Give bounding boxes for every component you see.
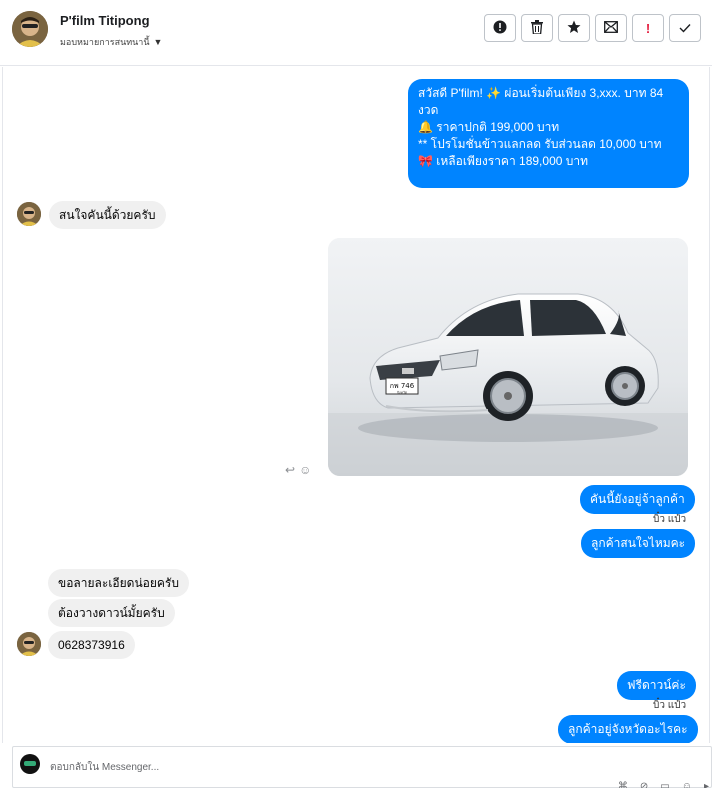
more-icon[interactable]: ▸ <box>704 781 709 788</box>
conversation-toolbar: ! <box>484 14 701 42</box>
reply-input-placeholder[interactable]: ตอบกลับใน Messenger... <box>50 760 159 775</box>
conversation-header: P'film Titipong มอบหมายการสนทนานี้ ▼ ! <box>0 0 712 66</box>
assign-conversation-dropdown[interactable]: มอบหมายการสนทนานี้ ▼ <box>60 35 162 49</box>
mark-unread-icon <box>604 20 618 36</box>
done-icon <box>679 21 691 36</box>
reply-icon[interactable]: ↩ <box>285 463 295 477</box>
mark-unread-button[interactable] <box>595 14 627 42</box>
message-thread[interactable]: สวัสดี P'film! ✨ ผ่อนเริ่มต้นเพียง 3,xxx… <box>2 67 710 743</box>
outgoing-message[interactable]: ลูกค้าสนใจไหมคะ <box>581 529 696 558</box>
alert-icon <box>493 20 507 37</box>
outgoing-message[interactable]: ฟรีดาวน์ค่ะ <box>617 671 696 700</box>
image-icon[interactable]: ▭ <box>660 781 669 788</box>
star-button[interactable] <box>558 14 590 42</box>
attach-icon[interactable]: ⊘ <box>640 781 648 788</box>
outgoing-message[interactable]: คันนี้ยังอยู่จ้าลูกค้า <box>580 485 695 514</box>
saved-replies-icon[interactable]: ⌘ <box>618 781 628 788</box>
car-photo[interactable]: กพ 746 จังหวัด <box>328 238 688 476</box>
page-avatar <box>20 754 40 774</box>
reply-composer[interactable]: ตอบกลับใน Messenger... ⌘ ⊘ ▭ ☺ ▸ <box>12 746 712 788</box>
seen-indicator: บิ๋ว แป๋ว <box>653 514 687 525</box>
plate-text: กพ 746 <box>390 382 415 390</box>
incoming-message[interactable]: ขอลายละเอียดน่อยครับ <box>48 569 189 597</box>
react-emoji-icon[interactable]: ☺ <box>299 463 311 477</box>
incoming-message[interactable]: สนใจคันนี้ด้วยครับ <box>49 201 166 229</box>
chevron-down-icon: ▼ <box>153 37 163 47</box>
contact-name[interactable]: P'film Titipong <box>60 13 150 28</box>
outgoing-message[interactable]: สวัสดี P'film! ✨ ผ่อนเริ่มต้นเพียง 3,xxx… <box>408 79 689 202</box>
spam-icon: ! <box>645 20 651 36</box>
incoming-message[interactable]: 0628373916 <box>48 631 135 659</box>
seen-indicator: บิ๋ว แป๋ว <box>653 700 687 711</box>
contact-avatar-small <box>17 632 41 656</box>
composer-tools: ⌘ ⊘ ▭ ☺ ▸ <box>618 781 709 788</box>
spam-button[interactable]: ! <box>632 14 664 42</box>
plate-province: จังหวัด <box>397 391 407 395</box>
contact-avatar-small <box>17 202 41 226</box>
delete-button[interactable] <box>521 14 553 42</box>
trash-icon <box>531 19 543 37</box>
mark-done-button[interactable] <box>669 14 701 42</box>
star-icon <box>567 20 581 37</box>
alert-button[interactable] <box>484 14 516 42</box>
incoming-message[interactable]: ต้องวางดาวน์มั้ยครับ <box>48 599 175 627</box>
outgoing-message[interactable]: ลูกค้าอยู่จังหวัดอะไรคะ <box>558 715 698 743</box>
contact-avatar[interactable] <box>12 11 48 47</box>
emoji-icon[interactable]: ☺ <box>682 781 692 788</box>
message-actions: ↩ ☺ <box>285 463 311 477</box>
assign-label: มอบหมายการสนทนานี้ <box>60 37 150 47</box>
